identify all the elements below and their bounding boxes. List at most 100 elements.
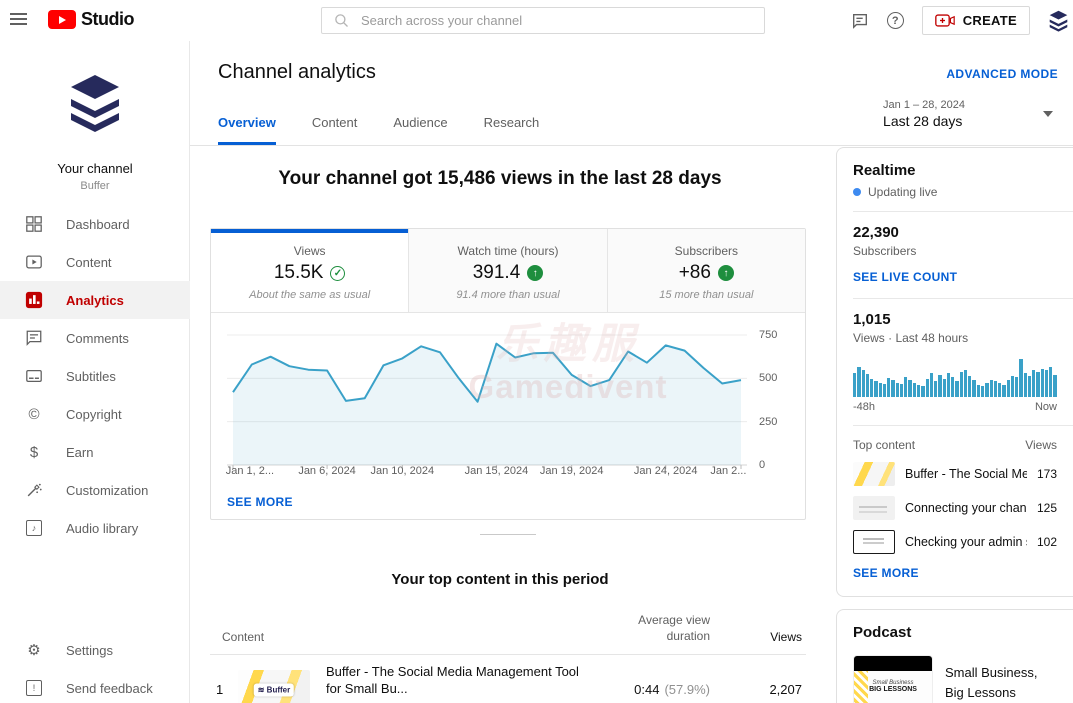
see-live-count-link[interactable]: SEE LIVE COUNT <box>853 270 957 284</box>
video-thumbnail <box>853 530 895 554</box>
youtube-studio-logo[interactable]: Studio <box>48 9 134 30</box>
see-more-link[interactable]: SEE MORE <box>211 483 309 521</box>
main-content: Your channel got 15,486 views in the las… <box>190 146 836 703</box>
magic-wand-icon <box>24 480 44 500</box>
video-thumbnail <box>853 462 895 486</box>
channel-handle: Buffer <box>0 180 190 192</box>
sidebar-item-earn[interactable]: $ Earn <box>0 433 190 471</box>
sidebar: Your channel Buffer Dashboard Content An… <box>0 41 190 703</box>
column-views[interactable]: Views <box>710 630 802 644</box>
list-item[interactable]: Connecting your channe... 125 <box>853 496 1057 520</box>
channel-name: Your channel <box>0 161 190 176</box>
music-note-icon: ♪ <box>24 518 44 538</box>
create-video-icon <box>935 13 955 28</box>
help-icon[interactable]: ? <box>887 12 904 29</box>
list-item[interactable]: Buffer - The Social Medi... 173 <box>853 462 1057 486</box>
subscriber-count: 22,390 <box>853 224 1057 241</box>
sidebar-item-send-feedback[interactable]: ! Send feedback <box>0 669 190 703</box>
podcast-card: Podcast Small Business BIG LESSONS Small… <box>836 609 1073 703</box>
sidebar-item-subtitles[interactable]: Subtitles <box>0 357 190 395</box>
podcast-thumbnail: Small Business BIG LESSONS <box>853 655 933 703</box>
check-circle-icon: ✓ <box>330 266 345 281</box>
sidebar-item-audio-library[interactable]: ♪ Audio library <box>0 509 190 547</box>
menu-icon[interactable] <box>10 13 27 26</box>
sidebar-footer: ⚙ Settings ! Send feedback <box>0 631 190 703</box>
sidebar-item-settings[interactable]: ⚙ Settings <box>0 631 190 669</box>
line-chart-svg <box>227 319 747 471</box>
axis-48h-label: -48h <box>853 401 875 413</box>
views-48h-count: 1,015 <box>853 311 1057 328</box>
tab-content[interactable]: Content <box>312 115 358 145</box>
see-more-link[interactable]: SEE MORE <box>853 566 919 580</box>
views-line-chart: 0250500750 Jan 1, 2...Jan 6, 2024Jan 10,… <box>211 313 805 483</box>
metric-watch-time[interactable]: Watch time (hours) 391.4↑ 91.4 more than… <box>408 229 606 312</box>
podcast-title: Podcast <box>853 624 1057 641</box>
table-row[interactable]: 1 ≋ Buffer Buffer - The Social Media Man… <box>210 655 806 703</box>
account-avatar[interactable] <box>1048 10 1069 32</box>
channel-avatar[interactable] <box>0 73 190 133</box>
podcast-item[interactable]: Small Business BIG LESSONS Small Busines… <box>853 655 1057 703</box>
sidebar-item-dashboard[interactable]: Dashboard <box>0 205 190 243</box>
sidebar-item-copyright[interactable]: © Copyright <box>0 395 190 433</box>
axis-now-label: Now <box>1035 401 1057 413</box>
views-headline: Your channel got 15,486 views in the las… <box>190 168 810 190</box>
analytics-header: Channel analytics ADVANCED MODE Overview… <box>190 41 1073 146</box>
sidebar-item-customization[interactable]: Customization <box>0 471 190 509</box>
date-range: Jan 1 – 28, 2024 <box>883 99 965 111</box>
search-icon <box>334 13 349 28</box>
studio-wordmark: Studio <box>81 9 134 30</box>
realtime-card: Realtime Updating live 22,390 Subscriber… <box>836 147 1073 597</box>
youtube-play-icon <box>48 10 76 29</box>
live-dot-icon <box>853 188 861 196</box>
sidebar-nav: Dashboard Content Analytics Comments Sub… <box>0 205 190 547</box>
subtitles-icon <box>24 366 44 386</box>
views-48h-label: Views · Last 48 hours <box>853 331 1057 345</box>
realtime-title: Realtime <box>853 162 1057 179</box>
search-input[interactable] <box>361 13 764 28</box>
subscribers-label: Subscribers <box>853 244 1057 258</box>
tab-research[interactable]: Research <box>484 115 540 145</box>
content-icon <box>24 252 44 272</box>
tab-overview[interactable]: Overview <box>218 115 276 145</box>
table-header: Content Average view duration Views <box>210 604 806 655</box>
advanced-mode-link[interactable]: ADVANCED MODE <box>946 67 1058 81</box>
updating-live-label: Updating live <box>868 185 937 199</box>
podcast-item-title: Small Business, Big Lessons <box>945 655 1057 703</box>
feedback-icon[interactable] <box>851 12 869 30</box>
tab-audience[interactable]: Audience <box>393 115 447 145</box>
right-panel: Realtime Updating live 22,390 Subscriber… <box>836 147 1073 703</box>
avg-view-duration: 0:44(57.9%) <box>592 682 710 697</box>
top-content-table: Content Average view duration Views 1 ≋ … <box>210 604 806 703</box>
search-bar[interactable] <box>321 7 765 34</box>
analytics-tabs: Overview Content Audience Research <box>218 115 539 145</box>
video-thumbnail <box>853 496 895 520</box>
page-title: Channel analytics <box>218 61 376 84</box>
section-divider <box>480 534 536 535</box>
realtime-bar-chart <box>853 357 1057 397</box>
sidebar-item-content[interactable]: Content <box>0 243 190 281</box>
video-thumbnail: ≋ Buffer <box>238 670 310 703</box>
row-rank: 1 <box>216 682 238 697</box>
create-button[interactable]: CREATE <box>922 6 1030 35</box>
top-bar: Studio ? CREATE <box>0 0 1073 41</box>
views-label: Views <box>1025 438 1057 452</box>
column-content[interactable]: Content <box>222 630 592 644</box>
arrow-up-icon: ↑ <box>718 265 734 281</box>
date-preset: Last 28 days <box>883 113 965 129</box>
metric-views[interactable]: Views 15.5K✓ About the same as usual <box>211 229 408 312</box>
metric-cards: Views 15.5K✓ About the same as usual Wat… <box>211 229 805 313</box>
video-title: Buffer - The Social Media Management Too… <box>326 664 582 698</box>
metric-subscribers[interactable]: Subscribers +86↑ 15 more than usual <box>607 229 805 312</box>
comments-icon <box>24 328 44 348</box>
analytics-icon <box>24 290 44 310</box>
copyright-icon: © <box>24 404 44 424</box>
sidebar-item-comments[interactable]: Comments <box>0 319 190 357</box>
gear-icon: ⚙ <box>24 640 44 660</box>
dollar-icon: $ <box>24 442 44 462</box>
topbar-actions: ? CREATE <box>851 0 1073 41</box>
column-avg-duration[interactable]: Average view duration <box>592 612 710 644</box>
exclamation-icon: ! <box>24 678 44 698</box>
list-item[interactable]: Checking your admin se... 102 <box>853 530 1057 554</box>
sidebar-item-analytics[interactable]: Analytics <box>0 281 190 319</box>
date-range-picker[interactable]: Jan 1 – 28, 2024 Last 28 days <box>883 99 1053 129</box>
